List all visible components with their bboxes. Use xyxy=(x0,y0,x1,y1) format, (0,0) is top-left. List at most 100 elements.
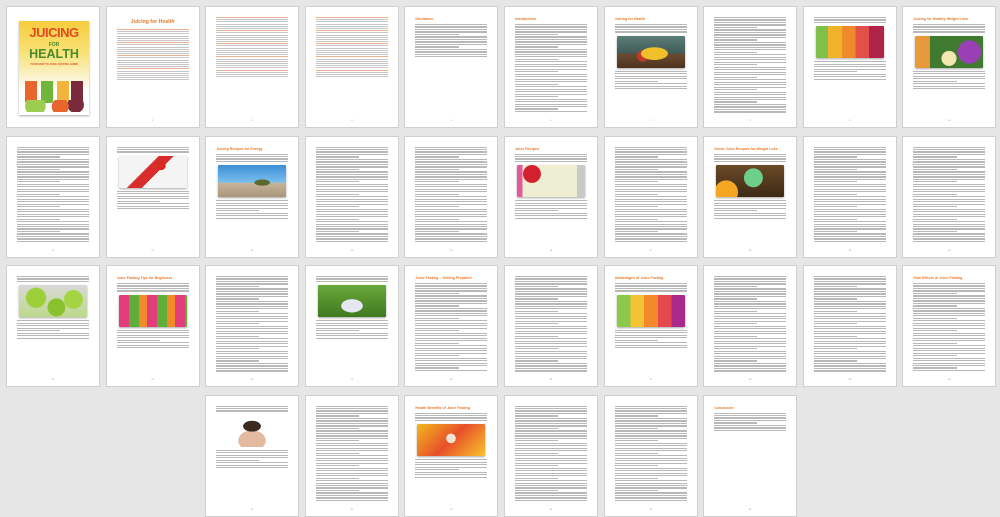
toc-entry[interactable] xyxy=(216,54,289,56)
page-thumbnail[interactable]: 28 xyxy=(703,265,798,387)
toc-entry[interactable] xyxy=(315,71,388,73)
toc-entry[interactable] xyxy=(116,31,189,33)
toc-entry[interactable] xyxy=(216,76,289,77)
toc-entry[interactable] xyxy=(116,35,189,37)
toc-entry[interactable] xyxy=(315,36,388,38)
page-thumbnail[interactable]: Introduction 6 xyxy=(504,6,598,128)
toc-entry[interactable] xyxy=(116,79,189,81)
page-thumbnail[interactable]: 17 xyxy=(603,135,698,258)
page-thumbnail[interactable]: 3 xyxy=(205,6,300,128)
toc-entry[interactable] xyxy=(315,45,388,47)
toc-entry[interactable] xyxy=(116,39,189,41)
toc-entry[interactable] xyxy=(116,74,189,76)
toc-entry[interactable] xyxy=(216,30,289,32)
toc-entry[interactable] xyxy=(315,32,388,34)
toc-entry[interactable] xyxy=(315,73,388,75)
toc-entry[interactable] xyxy=(315,54,388,56)
toc-entry[interactable] xyxy=(116,64,189,65)
toc-entry[interactable] xyxy=(216,38,289,40)
page-thumbnail[interactable]: Disclaimer 5 xyxy=(404,6,499,128)
toc-entry[interactable] xyxy=(315,76,388,77)
page-thumbnail[interactable]: Green Juice Recipes for Weight Loss 18 xyxy=(703,135,798,258)
toc-entry[interactable] xyxy=(315,67,388,69)
toc-entry[interactable] xyxy=(216,34,289,36)
toc-entry[interactable] xyxy=(315,47,388,49)
page-thumbnail[interactable]: Juice Fasting Tips for Beginners 22 xyxy=(105,265,200,387)
toc-entry[interactable] xyxy=(116,72,189,74)
page-thumbnail[interactable]: Conclusion 36 xyxy=(703,394,798,517)
toc-entry[interactable] xyxy=(315,69,388,71)
toc-entry[interactable] xyxy=(216,23,289,25)
page-thumbnail[interactable]: 4 xyxy=(304,6,399,128)
page-thumbnail[interactable]: Juice Recipes 16 xyxy=(504,135,598,258)
toc-entry[interactable] xyxy=(315,41,388,42)
page-thumbnail[interactable]: JUICING FOR HEALTH YOUR HOW TO JUICE FASTIN… xyxy=(6,6,100,128)
page-thumbnail[interactable]: 23 xyxy=(205,265,300,387)
toc-entry[interactable] xyxy=(315,62,388,64)
toc-entry[interactable] xyxy=(116,46,189,48)
page-thumbnail[interactable]: 15 xyxy=(404,135,499,258)
toc-entry[interactable] xyxy=(216,25,289,27)
toc-entry[interactable] xyxy=(116,70,189,72)
page-thumbnail[interactable]: 35 xyxy=(603,394,698,517)
page-thumbnail[interactable]: Juicing for Healthy Weight Loss 10 xyxy=(902,6,997,128)
toc-entry[interactable] xyxy=(315,65,388,67)
toc-entry[interactable] xyxy=(116,77,189,79)
page-thumbnail[interactable]: Health Benefits of Juice Fasting 33 xyxy=(404,394,499,517)
page-thumbnail[interactable]: Side Effects of Juice Fasting 30 xyxy=(902,265,997,387)
page-thumbnail[interactable]: 14 xyxy=(304,135,399,258)
toc-entry[interactable] xyxy=(116,53,189,54)
toc-entry[interactable] xyxy=(116,29,189,30)
page-thumbnail[interactable]: 21 xyxy=(6,265,100,387)
toc-entry[interactable] xyxy=(216,36,289,38)
toc-entry[interactable] xyxy=(116,57,189,59)
page-thumbnail[interactable]: Juicing Recipes for Energy 13 xyxy=(205,135,300,258)
toc-entry[interactable] xyxy=(116,68,189,70)
toc-entry[interactable] xyxy=(216,58,289,60)
toc-entry[interactable] xyxy=(116,48,189,50)
toc-entry[interactable] xyxy=(315,58,388,60)
toc-entry[interactable] xyxy=(116,37,189,39)
toc-entry[interactable] xyxy=(315,23,388,25)
toc-entry[interactable] xyxy=(315,27,388,29)
page-thumbnail[interactable]: 29 xyxy=(802,265,897,387)
toc-entry[interactable] xyxy=(216,71,289,73)
page-thumbnail[interactable]: 34 xyxy=(504,394,598,517)
page-thumbnail[interactable]: 20 xyxy=(902,135,997,258)
toc-entry[interactable] xyxy=(116,42,189,44)
page-thumbnail[interactable]: 24 xyxy=(304,265,399,387)
page-thumbnail[interactable]: Advantages of Juice Fasting 27 xyxy=(603,265,698,387)
page-thumbnail[interactable]: Juicing for Health 2 xyxy=(105,6,200,128)
toc-entry[interactable] xyxy=(315,49,388,51)
toc-entry[interactable] xyxy=(315,56,388,58)
page-thumbnail[interactable]: 9 xyxy=(802,6,897,128)
toc-entry[interactable] xyxy=(216,73,289,75)
toc-entry[interactable] xyxy=(216,60,289,62)
toc-entry[interactable] xyxy=(315,34,388,36)
toc-entry[interactable] xyxy=(216,49,289,51)
toc-entry[interactable] xyxy=(315,21,388,23)
toc-entry[interactable] xyxy=(216,67,289,69)
toc-entry[interactable] xyxy=(315,25,388,27)
toc-entry[interactable] xyxy=(216,17,289,18)
page-thumbnail[interactable]: 32 xyxy=(304,394,399,517)
toc-entry[interactable] xyxy=(315,52,388,53)
toc-entry[interactable] xyxy=(216,45,289,47)
toc-entry[interactable] xyxy=(216,21,289,23)
toc-entry[interactable] xyxy=(315,43,388,45)
page-thumbnail[interactable]: Juicing for Health 7 xyxy=(603,6,698,128)
page-thumbnail[interactable]: 12 xyxy=(105,135,200,258)
toc-entry[interactable] xyxy=(216,27,289,29)
toc-entry[interactable] xyxy=(315,38,388,40)
toc-entry[interactable] xyxy=(216,69,289,71)
toc-entry[interactable] xyxy=(315,60,388,62)
page-thumbnail[interactable]: 19 xyxy=(802,135,897,258)
toc-entry[interactable] xyxy=(216,47,289,49)
toc-entry[interactable] xyxy=(116,50,189,52)
toc-entry[interactable] xyxy=(315,17,388,18)
toc-entry[interactable] xyxy=(315,19,388,21)
toc-entry[interactable] xyxy=(216,19,289,21)
toc-entry[interactable] xyxy=(116,61,189,63)
toc-entry[interactable] xyxy=(116,66,189,68)
toc-entry[interactable] xyxy=(216,65,289,67)
